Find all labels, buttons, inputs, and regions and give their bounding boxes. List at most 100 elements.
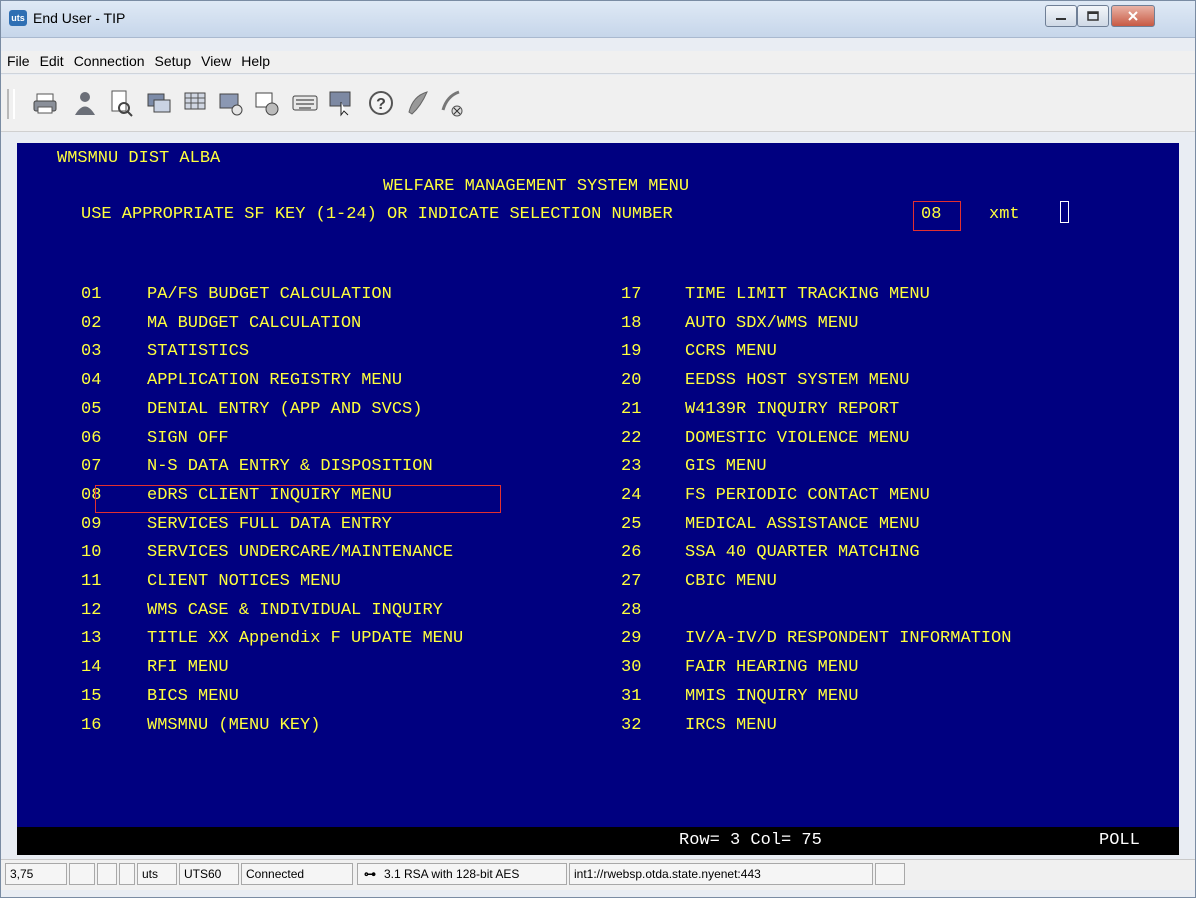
- menu-option-label: WMS CASE & INDIVIDUAL INQUIRY: [147, 600, 443, 620]
- menu-option-10[interactable]: 10 SERVICES UNDERCARE/MAINTENANCE: [81, 541, 453, 565]
- title-bar[interactable]: uts End User - TIP: [1, 1, 1195, 38]
- menu-option-label: FS PERIODIC CONTACT MENU: [685, 485, 930, 505]
- terminal-status-strip: Row= 3 Col= 75 POLL: [17, 827, 1179, 855]
- menu-option-07[interactable]: 07 N-S DATA ENTRY & DISPOSITION: [81, 455, 433, 479]
- screen-settings-icon[interactable]: [253, 88, 281, 118]
- encryption-info: ⊶ 3.1 RSA with 128-bit AES: [357, 863, 567, 885]
- menu-option-label: SIGN OFF: [147, 428, 229, 448]
- menu-option-03[interactable]: 03 STATISTICS: [81, 340, 249, 364]
- help-icon[interactable]: ?: [367, 88, 395, 118]
- close-icon: [1128, 11, 1138, 21]
- menu-option-number: 02: [81, 313, 102, 333]
- menu-option-05[interactable]: 05 DENIAL ENTRY (APP AND SVCS): [81, 398, 422, 422]
- screen-cursor-icon[interactable]: [327, 88, 355, 118]
- menu-help[interactable]: Help: [237, 51, 274, 69]
- menu-option-number: 09: [81, 514, 102, 534]
- menu-bar: File Edit Connection Setup View Help: [1, 51, 1195, 74]
- status-blank-2: [97, 863, 117, 885]
- host-address: int1://rwebsp.otda.state.nyenet:443: [569, 863, 873, 885]
- menu-option-label: TITLE XX Appendix F UPDATE MENU: [147, 629, 464, 649]
- menu-option-32[interactable]: 32 IRCS MENU: [621, 714, 777, 738]
- menu-option-25[interactable]: 25 MEDICAL ASSISTANCE MENU: [621, 513, 920, 537]
- menu-option-19[interactable]: 19 CCRS MENU: [621, 340, 777, 364]
- menu-option-09[interactable]: 09 SERVICES FULL DATA ENTRY: [81, 513, 392, 537]
- row-col-indicator: Row= 3 Col= 75: [679, 831, 822, 850]
- connection-status: Connected: [241, 863, 353, 885]
- menu-option-12[interactable]: 12 WMS CASE & INDIVIDUAL INQUIRY: [81, 599, 443, 623]
- menu-option-number: 11: [81, 572, 102, 591]
- app-window: uts End User - TIP File Edit Connection Set…: [0, 0, 1196, 898]
- menu-connection[interactable]: Connection: [70, 51, 149, 69]
- menu-option-number: 17: [621, 285, 642, 304]
- feather-icon[interactable]: [403, 88, 431, 118]
- screen-copy-icon[interactable]: [145, 88, 173, 118]
- menu-option-number: 25: [621, 514, 642, 534]
- menu-option-label: DENIAL ENTRY (APP AND SVCS): [147, 399, 423, 419]
- menu-option-22[interactable]: 22 DOMESTIC VIOLENCE MENU: [621, 427, 909, 451]
- menu-option-21[interactable]: 21 W4139R INQUIRY REPORT: [621, 398, 899, 422]
- menu-option-17[interactable]: 17 TIME LIMIT TRACKING MENU: [621, 283, 930, 307]
- menu-option-label: MA BUDGET CALCULATION: [147, 313, 362, 333]
- status-blank-4: [875, 863, 905, 885]
- minimize-button[interactable]: [1045, 5, 1077, 27]
- menu-option-label: IV/A-IV/D RESPONDENT INFORMATION: [685, 629, 1012, 649]
- selection-prompt: USE APPROPRIATE SF KEY (1-24) OR INDICAT…: [81, 205, 673, 224]
- menu-option-24[interactable]: 24 FS PERIODIC CONTACT MENU: [621, 484, 930, 508]
- screen-title: WELFARE MANAGEMENT SYSTEM MENU: [383, 177, 690, 196]
- person-icon[interactable]: [71, 88, 99, 118]
- menu-option-23[interactable]: 23 GIS MENU: [621, 455, 767, 479]
- menu-option-label: BICS MENU: [147, 686, 239, 706]
- keyboard-icon[interactable]: [291, 88, 319, 118]
- menu-option-16[interactable]: 16 WMSMNU (MENU KEY): [81, 714, 320, 738]
- menu-option-label: AUTO SDX/WMS MENU: [685, 313, 859, 333]
- menu-option-04[interactable]: 04 APPLICATION REGISTRY MENU: [81, 369, 402, 393]
- menu-option-label: MEDICAL ASSISTANCE MENU: [685, 514, 920, 534]
- menu-option-label: CBIC MENU: [685, 572, 777, 591]
- menu-option-13[interactable]: 13 TITLE XX Appendix F UPDATE MENU: [81, 627, 463, 651]
- menu-option-label: IRCS MENU: [685, 715, 777, 735]
- option-08-highlight-box: [95, 485, 501, 513]
- menu-option-label: GIS MENU: [685, 457, 767, 477]
- print-icon[interactable]: [31, 88, 59, 118]
- maximize-button[interactable]: [1077, 5, 1109, 27]
- menu-option-06[interactable]: 06 SIGN OFF: [81, 427, 229, 451]
- menu-setup[interactable]: Setup: [151, 51, 196, 69]
- menu-option-label: N-S DATA ENTRY & DISPOSITION: [147, 457, 433, 477]
- menu-edit[interactable]: Edit: [36, 51, 68, 69]
- close-button[interactable]: [1111, 5, 1155, 27]
- menu-option-20[interactable]: 20 EEDSS HOST SYSTEM MENU: [621, 369, 909, 393]
- document-search-icon[interactable]: [107, 88, 135, 118]
- menu-option-number: 15: [81, 686, 102, 706]
- screen-grid-icon[interactable]: [181, 88, 209, 118]
- menu-option-18[interactable]: 18 AUTO SDX/WMS MENU: [621, 312, 858, 336]
- minimize-icon: [1056, 18, 1066, 20]
- menu-option-28[interactable]: 28: [621, 599, 685, 623]
- disconnect-icon[interactable]: [437, 88, 465, 118]
- menu-option-27[interactable]: 27 CBIC MENU: [621, 570, 777, 594]
- menu-option-30[interactable]: 30 FAIR HEARING MENU: [621, 656, 858, 680]
- toolbar-grip[interactable]: [7, 89, 15, 119]
- menu-option-number: 30: [621, 658, 642, 678]
- terminal-screen[interactable]: WMSMNU DIST ALBA WELFARE MANAGEMENT SYST…: [17, 143, 1179, 855]
- menu-option-15[interactable]: 15 BICS MENU: [81, 685, 239, 709]
- menu-option-number: 05: [81, 399, 102, 419]
- window-title: End User - TIP: [33, 10, 126, 26]
- menu-option-02[interactable]: 02 MA BUDGET CALCULATION: [81, 312, 361, 336]
- menu-option-14[interactable]: 14 RFI MENU: [81, 656, 229, 680]
- menu-option-11[interactable]: 11 CLIENT NOTICES MENU: [81, 570, 341, 594]
- menu-option-label: APPLICATION REGISTRY MENU: [147, 371, 403, 391]
- menu-option-number: 22: [621, 428, 642, 448]
- maximize-icon: [1087, 11, 1099, 21]
- menu-option-label: W4139R INQUIRY REPORT: [685, 399, 900, 419]
- menu-option-01[interactable]: 01 PA/FS BUDGET CALCULATION: [81, 283, 392, 307]
- menu-option-number: 28: [621, 600, 642, 620]
- menu-option-label: SERVICES FULL DATA ENTRY: [147, 514, 392, 534]
- menu-option-31[interactable]: 31 MMIS INQUIRY MENU: [621, 685, 858, 709]
- menu-option-29[interactable]: 29 IV/A-IV/D RESPONDENT INFORMATION: [621, 627, 1011, 651]
- menu-option-number: 01: [81, 285, 102, 304]
- menu-option-26[interactable]: 26 SSA 40 QUARTER MATCHING: [621, 541, 920, 565]
- menu-view[interactable]: View: [197, 51, 235, 69]
- screen-send-icon[interactable]: [217, 88, 245, 118]
- menu-file[interactable]: File: [3, 51, 34, 69]
- menu-option-number: 27: [621, 572, 642, 591]
